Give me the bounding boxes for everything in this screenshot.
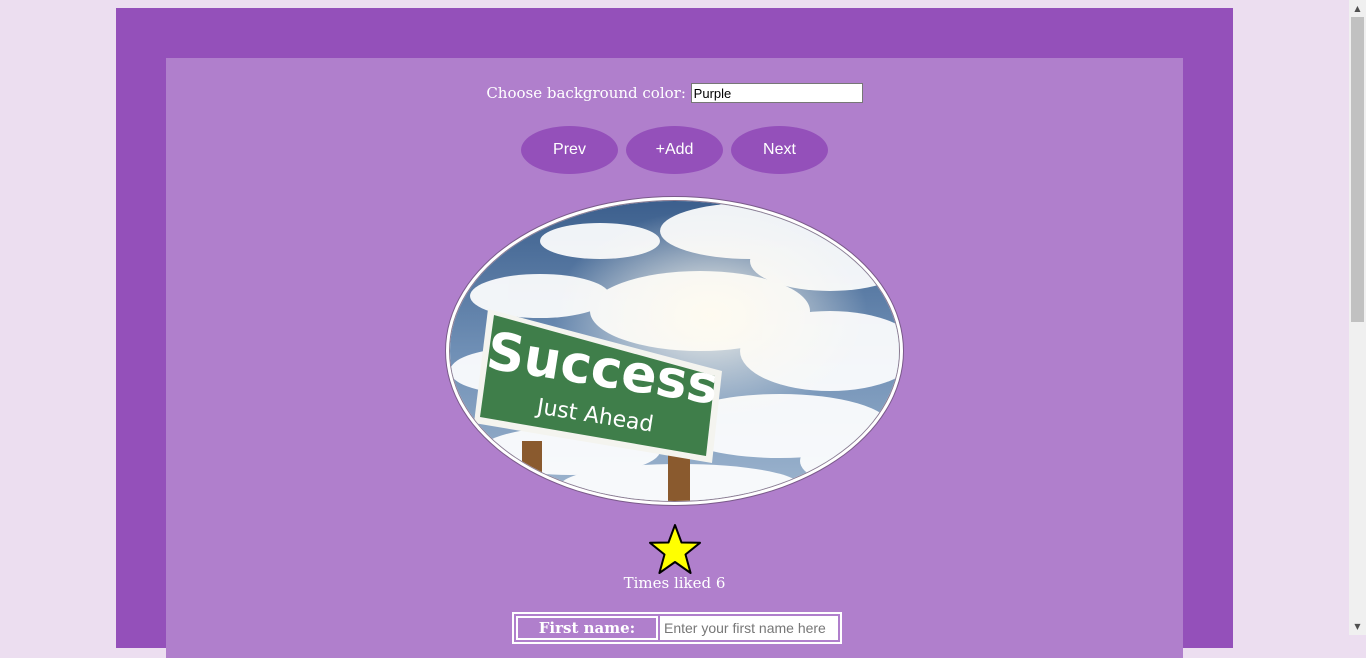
photo-frame: Success Just Ahead — [445, 196, 904, 506]
background-color-label: Choose background color: — [486, 84, 686, 102]
add-button[interactable]: +Add — [626, 126, 723, 174]
background-color-row: Choose background color: — [166, 83, 1183, 103]
background-color-input[interactable] — [690, 83, 863, 103]
prev-button[interactable]: Prev — [521, 126, 618, 174]
navigation-buttons: Prev +Add Next — [166, 126, 1183, 174]
content-panel: Choose background color: Prev +Add Next — [166, 58, 1183, 658]
star-icon[interactable] — [647, 523, 703, 577]
first-name-input[interactable] — [662, 618, 836, 638]
first-name-label: First name: — [516, 616, 658, 640]
next-button[interactable]: Next — [731, 126, 828, 174]
scroll-up-arrow-icon[interactable]: ▲ — [1349, 0, 1366, 17]
first-name-cell — [660, 616, 838, 640]
page-frame: Choose background color: Prev +Add Next — [116, 8, 1233, 658]
gallery-image: Success Just Ahead — [449, 200, 900, 502]
vertical-scrollbar[interactable]: ▲ ▼ — [1349, 0, 1366, 635]
scroll-down-arrow-icon[interactable]: ▼ — [1349, 618, 1366, 635]
name-form: First name: — [512, 612, 842, 644]
scrollbar-thumb[interactable] — [1351, 17, 1364, 322]
likes-count: Times liked 6 — [623, 574, 726, 592]
